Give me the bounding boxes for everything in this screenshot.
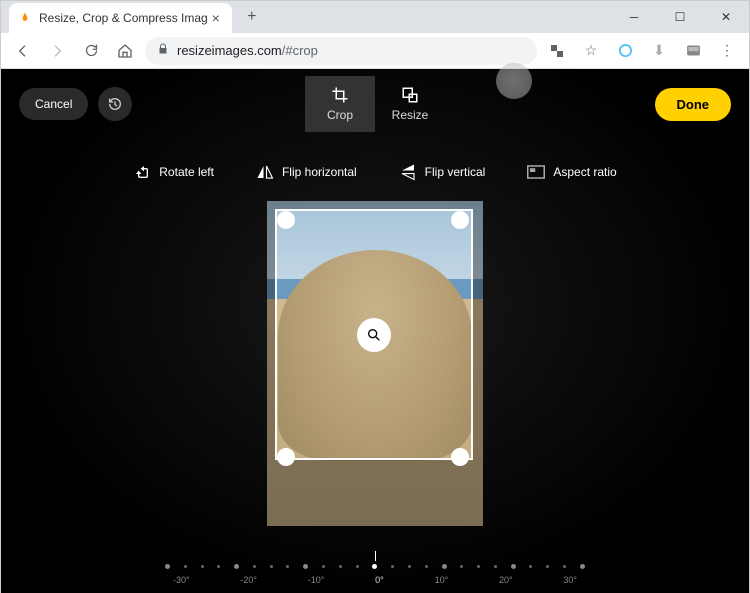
history-button[interactable] <box>98 87 132 121</box>
url-input[interactable]: resizeimages.com/#crop <box>145 37 537 65</box>
close-tab-icon[interactable]: × <box>208 10 224 26</box>
address-bar: resizeimages.com/#crop ☆ ⬇ ⋮ <box>1 33 749 69</box>
window-controls: ─ ☐ ✕ <box>611 1 749 33</box>
tab-resize-label: Resize <box>392 108 429 122</box>
lock-icon <box>157 43 169 58</box>
back-button[interactable] <box>9 37 37 65</box>
aspect-ratio-label: Aspect ratio <box>553 165 616 179</box>
flip-vertical-icon <box>399 163 417 181</box>
image-stage <box>267 201 483 526</box>
flip-horizontal-icon <box>256 163 274 181</box>
ruler-label: 0° <box>375 575 384 585</box>
aspect-ratio-button[interactable]: Aspect ratio <box>527 163 616 181</box>
rotate-left-label: Rotate left <box>159 165 214 179</box>
ruler-label: -10° <box>308 575 325 585</box>
tab-title: Resize, Crop & Compress Imag <box>39 11 208 25</box>
tab-crop-label: Crop <box>327 108 353 122</box>
rotation-ruler[interactable]: -30° -20° -10° 0° 10° 20° 30° <box>165 559 585 585</box>
tab-crop[interactable]: Crop <box>305 76 375 132</box>
minimize-button[interactable]: ─ <box>611 1 657 33</box>
cancel-button[interactable]: Cancel <box>19 88 88 120</box>
maximize-button[interactable]: ☐ <box>657 1 703 33</box>
mode-tabs: Crop Resize <box>305 76 445 132</box>
window-titlebar: Resize, Crop & Compress Imag × + ─ ☐ ✕ <box>1 1 749 33</box>
ruler-label: 10° <box>435 575 449 585</box>
close-window-button[interactable]: ✕ <box>703 1 749 33</box>
flip-horizontal-button[interactable]: Flip horizontal <box>256 163 357 181</box>
ruler-label: 20° <box>499 575 513 585</box>
flip-horizontal-label: Flip horizontal <box>282 165 357 179</box>
translate-icon[interactable] <box>543 37 571 65</box>
ruler-label: 30° <box>563 575 577 585</box>
tab-resize[interactable]: Resize <box>375 76 445 132</box>
reload-button[interactable] <box>77 37 105 65</box>
rotate-left-button[interactable]: Rotate left <box>133 163 214 181</box>
top-controls: Cancel Crop Resize Done <box>1 87 749 121</box>
ruler-label: -30° <box>173 575 190 585</box>
menu-icon[interactable]: ⋮ <box>713 37 741 65</box>
bookmark-icon[interactable]: ☆ <box>577 37 605 65</box>
editor-app: Cancel Crop Resize Done Rotate left <box>1 69 749 593</box>
home-button[interactable] <box>111 37 139 65</box>
crop-handle-tl[interactable] <box>277 211 295 229</box>
crop-handle-br[interactable] <box>451 448 469 466</box>
flip-vertical-button[interactable]: Flip vertical <box>399 163 486 181</box>
resize-icon <box>401 86 419 104</box>
tool-row: Rotate left Flip horizontal Flip vertica… <box>1 163 749 181</box>
done-button[interactable]: Done <box>655 88 732 121</box>
crop-handle-tr[interactable] <box>451 211 469 229</box>
rotate-left-icon <box>133 163 151 181</box>
ruler-labels: -30° -20° -10° 0° 10° 20° 30° <box>165 573 585 585</box>
forward-button[interactable] <box>43 37 71 65</box>
browser-tab[interactable]: Resize, Crop & Compress Imag × <box>9 3 232 33</box>
flip-vertical-label: Flip vertical <box>425 165 486 179</box>
favicon-icon <box>17 10 33 26</box>
download-icon[interactable]: ⬇ <box>645 37 673 65</box>
extension-icon-2[interactable] <box>679 37 707 65</box>
aspect-ratio-icon <box>527 163 545 181</box>
zoom-button[interactable] <box>357 318 391 352</box>
crop-icon <box>331 86 349 104</box>
new-tab-button[interactable]: + <box>238 3 266 31</box>
extension-icon-1[interactable] <box>611 37 639 65</box>
url-text: resizeimages.com/#crop <box>177 43 318 58</box>
crop-frame[interactable] <box>275 209 473 460</box>
ruler-label: -20° <box>240 575 257 585</box>
ruler-ticks <box>165 559 585 573</box>
crop-handle-bl[interactable] <box>277 448 295 466</box>
